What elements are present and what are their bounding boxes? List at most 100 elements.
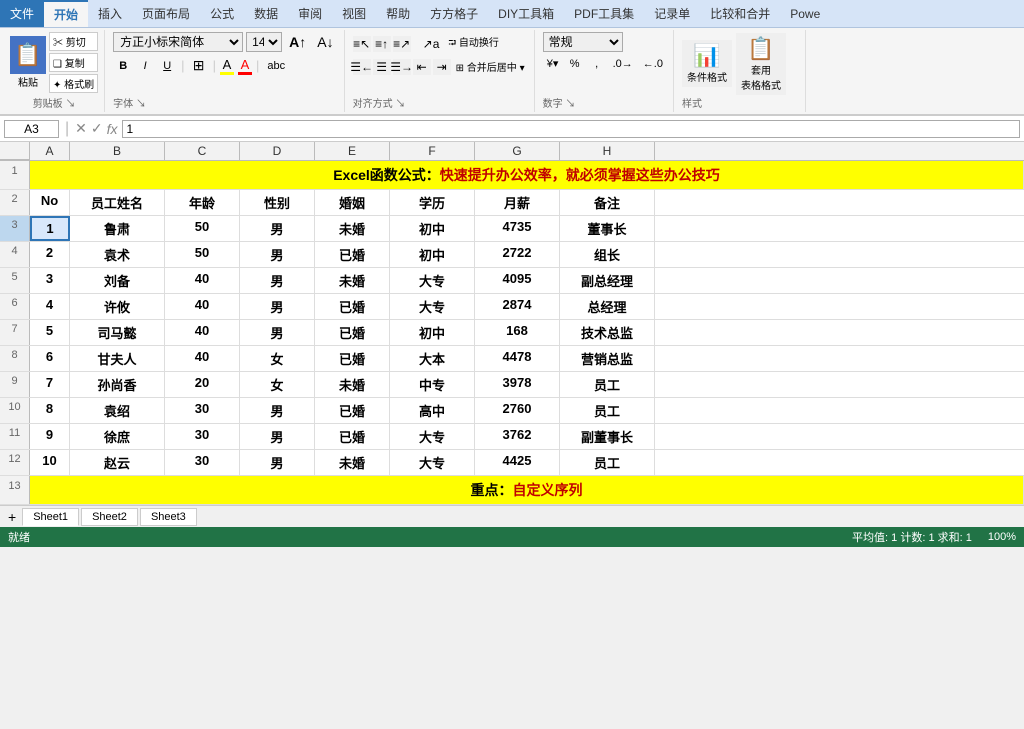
decrease-indent-button[interactable]: ⇤	[413, 59, 431, 75]
cell-4-d[interactable]: 男	[240, 242, 315, 267]
cell-11-b[interactable]: 徐庶	[70, 424, 165, 449]
cell-10-a[interactable]: 8	[30, 398, 70, 423]
decrease-font-button[interactable]: A↓	[313, 32, 337, 52]
orient-up-btn[interactable]: ↗a	[419, 35, 444, 53]
align-left-button[interactable]: ☰←	[353, 59, 371, 75]
cell-4-a[interactable]: 2	[30, 242, 70, 267]
cell-10-f[interactable]: 高中	[390, 398, 475, 423]
cancel-icon[interactable]: ✕	[75, 120, 87, 137]
cell-13-merged[interactable]: 重点：自定义序列	[30, 476, 1024, 504]
cell-8-b[interactable]: 甘夫人	[70, 346, 165, 371]
cell-8-g[interactable]: 4478	[475, 346, 560, 371]
cell-8-f[interactable]: 大本	[390, 346, 475, 371]
cell-4-h[interactable]: 组长	[560, 242, 655, 267]
decrease-decimal-button[interactable]: ←.0	[639, 56, 667, 72]
tab-formula[interactable]: 公式	[200, 0, 244, 27]
cell-6-b[interactable]: 许攸	[70, 294, 165, 319]
cell-reference-input[interactable]	[4, 120, 59, 138]
tab-ffgz[interactable]: 方方格子	[420, 0, 488, 27]
cell-11-h[interactable]: 副董事长	[560, 424, 655, 449]
underline-button[interactable]: U	[157, 58, 177, 74]
add-sheet-button[interactable]: +	[4, 509, 20, 525]
col-header-b[interactable]: B	[70, 142, 165, 160]
cell-10-b[interactable]: 袁绍	[70, 398, 165, 423]
cell-11-d[interactable]: 男	[240, 424, 315, 449]
cell-2-h[interactable]: 备注	[560, 190, 655, 215]
tab-power[interactable]: Powe	[780, 0, 830, 27]
cell-7-b[interactable]: 司马懿	[70, 320, 165, 345]
cell-5-a[interactable]: 3	[30, 268, 70, 293]
increase-indent-button[interactable]: ⇥	[433, 59, 451, 75]
cell-5-d[interactable]: 男	[240, 268, 315, 293]
cell-5-h[interactable]: 副总经理	[560, 268, 655, 293]
cell-9-e[interactable]: 未婚	[315, 372, 390, 397]
cell-9-d[interactable]: 女	[240, 372, 315, 397]
font-face-select[interactable]: 方正小标宋简体	[113, 32, 243, 52]
cell-4-g[interactable]: 2722	[475, 242, 560, 267]
cell-11-e[interactable]: 已婚	[315, 424, 390, 449]
cell-3-a[interactable]: 1	[30, 216, 70, 241]
cell-10-h[interactable]: 员工	[560, 398, 655, 423]
font-size-select[interactable]: 14	[246, 32, 282, 52]
cell-4-f[interactable]: 初中	[390, 242, 475, 267]
cell-8-h[interactable]: 营销总监	[560, 346, 655, 371]
number-format-select[interactable]: 常规	[543, 32, 623, 52]
col-header-d[interactable]: D	[240, 142, 315, 160]
cell-10-d[interactable]: 男	[240, 398, 315, 423]
cell-5-g[interactable]: 4095	[475, 268, 560, 293]
cell-8-c[interactable]: 40	[165, 346, 240, 371]
cell-6-f[interactable]: 大专	[390, 294, 475, 319]
cell-3-c[interactable]: 50	[165, 216, 240, 241]
cell-6-d[interactable]: 男	[240, 294, 315, 319]
cell-1-merged[interactable]: Excel函数公式：快速提升办公效率，就必须掌握这些办公技巧	[30, 161, 1024, 189]
currency-button[interactable]: ¥▾	[543, 55, 563, 72]
cell-12-b[interactable]: 赵云	[70, 450, 165, 475]
cell-2-f[interactable]: 学历	[390, 190, 475, 215]
format-painter-button[interactable]: ✦ 格式刷	[49, 74, 98, 93]
tab-diy[interactable]: DIY工具箱	[488, 0, 564, 27]
cell-4-b[interactable]: 袁术	[70, 242, 165, 267]
cell-8-a[interactable]: 6	[30, 346, 70, 371]
sheet-tab-3[interactable]: Sheet3	[140, 508, 197, 526]
cell-12-g[interactable]: 4425	[475, 450, 560, 475]
tab-home[interactable]: 开始	[44, 0, 88, 27]
sheet-tab-2[interactable]: Sheet2	[81, 508, 138, 526]
function-icon[interactable]: fx	[107, 121, 118, 137]
cell-2-a[interactable]: No	[30, 190, 70, 215]
cell-7-a[interactable]: 5	[30, 320, 70, 345]
cell-2-b[interactable]: 员工姓名	[70, 190, 165, 215]
cell-12-f[interactable]: 大专	[390, 450, 475, 475]
table-style-button[interactable]: 📋 套用表格格式	[736, 33, 786, 95]
cell-3-h[interactable]: 董事长	[560, 216, 655, 241]
cell-9-b[interactable]: 孙尚香	[70, 372, 165, 397]
tab-view[interactable]: 视图	[332, 0, 376, 27]
italic-button[interactable]: I	[135, 58, 155, 74]
cell-9-a[interactable]: 7	[30, 372, 70, 397]
cell-2-e[interactable]: 婚姻	[315, 190, 390, 215]
col-header-e[interactable]: E	[315, 142, 390, 160]
col-header-f[interactable]: F	[390, 142, 475, 160]
cell-12-c[interactable]: 30	[165, 450, 240, 475]
col-header-c[interactable]: C	[165, 142, 240, 160]
cell-7-c[interactable]: 40	[165, 320, 240, 345]
col-header-g[interactable]: G	[475, 142, 560, 160]
formula-input[interactable]	[122, 120, 1020, 138]
cell-6-h[interactable]: 总经理	[560, 294, 655, 319]
cell-11-f[interactable]: 大专	[390, 424, 475, 449]
cell-7-h[interactable]: 技术总监	[560, 320, 655, 345]
align-top-right[interactable]: ≡↗	[393, 36, 411, 52]
cell-11-g[interactable]: 3762	[475, 424, 560, 449]
cell-7-d[interactable]: 男	[240, 320, 315, 345]
cell-7-e[interactable]: 已婚	[315, 320, 390, 345]
confirm-icon[interactable]: ✓	[91, 120, 103, 137]
cell-4-e[interactable]: 已婚	[315, 242, 390, 267]
align-center-button[interactable]: ☰	[373, 59, 391, 75]
cell-10-c[interactable]: 30	[165, 398, 240, 423]
cell-5-f[interactable]: 大专	[390, 268, 475, 293]
tab-file[interactable]: 文件	[0, 0, 44, 27]
auto-wrap-button[interactable]: ⮒ 自动换行	[445, 32, 502, 55]
cell-5-b[interactable]: 刘备	[70, 268, 165, 293]
cell-4-c[interactable]: 50	[165, 242, 240, 267]
merge-center-button[interactable]: ⊞ 合并后居中 ▾	[453, 57, 528, 76]
col-header-h[interactable]: H	[560, 142, 655, 160]
